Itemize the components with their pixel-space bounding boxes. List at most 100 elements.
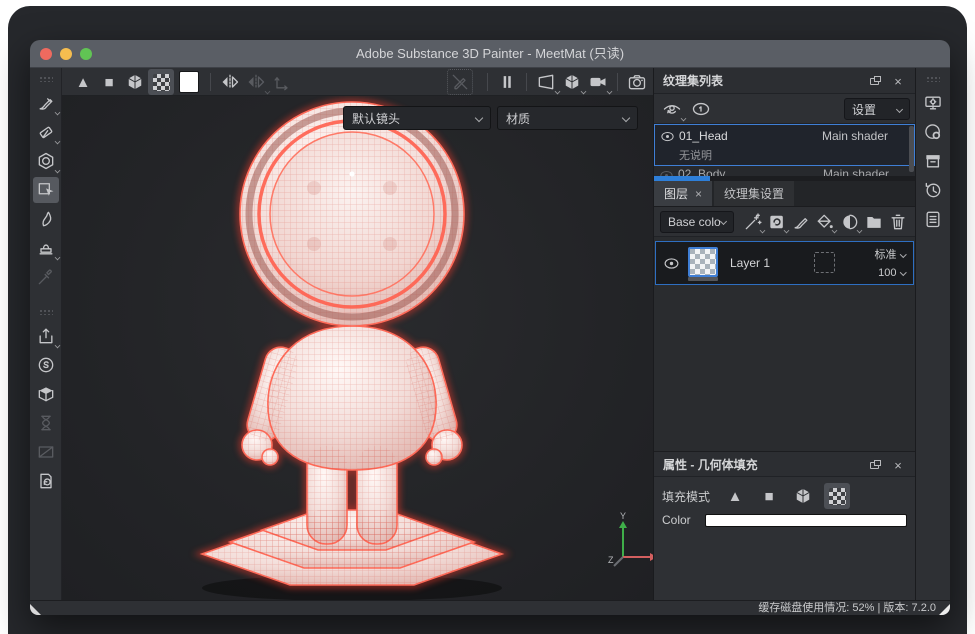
opacity-select[interactable]: 100 — [875, 264, 906, 282]
export-button[interactable] — [33, 323, 59, 349]
visibility-eye-icon[interactable] — [660, 129, 675, 144]
right-icon-strip — [915, 68, 950, 600]
shader-settings-button[interactable] — [920, 119, 946, 145]
clone-stamp-icon — [36, 238, 56, 258]
close-tab-icon[interactable]: × — [695, 187, 702, 201]
fill-mode-triangle-button[interactable]: ▲ — [722, 483, 748, 509]
pending-tasks-button[interactable] — [33, 410, 59, 436]
texture-set-toolbar: 设置 — [654, 94, 915, 124]
eyedropper-icon — [36, 267, 56, 287]
blend-mode-select[interactable]: 标准 — [875, 246, 906, 264]
assets-button[interactable] — [33, 381, 59, 407]
layer-visibility-eye-icon[interactable] — [663, 255, 680, 272]
undock-panel-button[interactable] — [865, 72, 883, 90]
status-bar: 缓存磁盘使用情况: 52% | 版本: 7.2.0 — [30, 600, 950, 615]
meetmat-model — [62, 96, 653, 600]
drag-handle-icon[interactable] — [926, 76, 940, 82]
fill-mode-mesh-button[interactable] — [790, 483, 816, 509]
color-swatch-button[interactable] — [174, 69, 204, 95]
texture-set-row[interactable]: 02_Body Main shader — [654, 166, 915, 176]
channel-select[interactable]: Base colo — [660, 211, 734, 233]
layer-thumbnail[interactable] — [688, 247, 718, 277]
viewport-3d-canvas[interactable]: 默认镜头 材质 Y X Z — [62, 96, 653, 600]
symmetry-button[interactable] — [217, 69, 243, 95]
texture-set-list: 01_Head Main shader 无说明 02_Body Main sha… — [654, 124, 915, 176]
layer-row[interactable]: Layer 1 标准 100 — [655, 241, 914, 285]
display-settings-icon — [923, 93, 943, 113]
zoom-window-button[interactable] — [80, 48, 92, 60]
add-paint-layer-button[interactable] — [790, 210, 812, 234]
viewport-display-button[interactable] — [533, 69, 559, 95]
history-button[interactable] — [920, 177, 946, 203]
drag-handle-icon[interactable] — [39, 76, 53, 82]
close-panel-button[interactable]: × — [889, 72, 907, 90]
delete-layer-button[interactable] — [887, 210, 909, 234]
triangle-icon: ▲ — [76, 75, 91, 90]
geometry-uv-checker-button[interactable] — [148, 69, 174, 95]
cube-icon — [125, 72, 145, 92]
drag-handle-icon[interactable] — [39, 309, 53, 315]
projection-tool-button[interactable] — [33, 148, 59, 174]
left-tool-strip — [30, 68, 62, 600]
resize-grip[interactable] — [939, 604, 950, 615]
horizontal-scrollbar[interactable] — [654, 176, 915, 181]
add-effect-button[interactable] — [766, 210, 788, 234]
settings-select[interactable]: 设置 — [844, 98, 910, 120]
projection-transform-button[interactable] — [269, 69, 295, 95]
clone-tool-button[interactable] — [33, 235, 59, 261]
add-folder-button[interactable] — [863, 210, 885, 234]
smudge-tool-button[interactable] — [33, 206, 59, 232]
title-bar: Adobe Substance 3D Painter - MeetMat (只读… — [30, 40, 950, 68]
export-icon — [36, 326, 56, 346]
close-panel-button[interactable]: × — [889, 456, 907, 474]
solo-view-button[interactable] — [688, 96, 714, 122]
display-mode-select[interactable]: 材质 — [497, 106, 638, 130]
color-label: Color — [662, 513, 691, 527]
layer-mask-placeholder[interactable] — [814, 252, 835, 273]
uv-symmetry-button[interactable] — [243, 69, 269, 95]
properties-header: 属性 - 几何体填充 × — [654, 451, 915, 477]
texture-toggle-button[interactable] — [33, 439, 59, 465]
close-window-button[interactable] — [40, 48, 52, 60]
divider — [487, 73, 488, 91]
log-button[interactable] — [920, 206, 946, 232]
visibility-eye-icon[interactable] — [659, 168, 674, 176]
eraser-tool-button[interactable] — [33, 119, 59, 145]
pause-engine-button[interactable] — [494, 69, 520, 95]
screenshot-button[interactable] — [624, 69, 650, 95]
undock-panel-button[interactable] — [865, 456, 883, 474]
texture-set-list-header: 纹理集列表 × — [654, 68, 915, 94]
camera-select[interactable]: 默认镜头 — [343, 106, 491, 130]
geometry-triangle-button[interactable]: ▲ — [70, 69, 96, 95]
camera-button[interactable] — [585, 69, 611, 95]
resize-grip[interactable] — [30, 604, 41, 615]
material-picker-tool-button[interactable] — [33, 264, 59, 290]
tab-texture-set-settings[interactable]: 纹理集设置 — [714, 181, 794, 206]
environment-button[interactable] — [559, 69, 585, 95]
vertical-scrollbar[interactable] — [909, 126, 914, 172]
add-adjustment-button[interactable] — [838, 210, 860, 234]
axis-z-label: Z — [608, 555, 614, 565]
geometry-quad-button[interactable]: ■ — [96, 69, 122, 95]
polygon-fill-tool-button[interactable] — [33, 177, 59, 203]
chevron-down-icon — [900, 251, 906, 257]
visibility-cycle-button[interactable] — [659, 96, 685, 122]
minimize-window-button[interactable] — [60, 48, 72, 60]
mirror-uv-icon — [246, 72, 266, 92]
geometry-mesh-button[interactable] — [122, 69, 148, 95]
fill-mode-uv-button[interactable] — [824, 483, 850, 509]
resources-updater-button[interactable] — [33, 468, 59, 494]
color-picker-bar[interactable] — [705, 514, 907, 527]
shelf-button[interactable] — [920, 148, 946, 174]
add-smart-material-button[interactable] — [742, 210, 764, 234]
tab-layers[interactable]: 图层 × — [654, 181, 712, 206]
scrollbar-thumb[interactable] — [654, 176, 710, 181]
add-fill-layer-button[interactable] — [814, 210, 836, 234]
texture-set-row[interactable]: 01_Head Main shader 无说明 — [654, 124, 915, 166]
substance-source-button[interactable] — [33, 352, 59, 378]
fill-mode-quad-button[interactable]: ■ — [756, 483, 782, 509]
display-settings-button[interactable] — [920, 90, 946, 116]
texture-set-shader: Main shader — [822, 129, 888, 143]
paint-tool-button[interactable] — [33, 90, 59, 116]
lazy-mouse-button[interactable] — [447, 69, 473, 95]
